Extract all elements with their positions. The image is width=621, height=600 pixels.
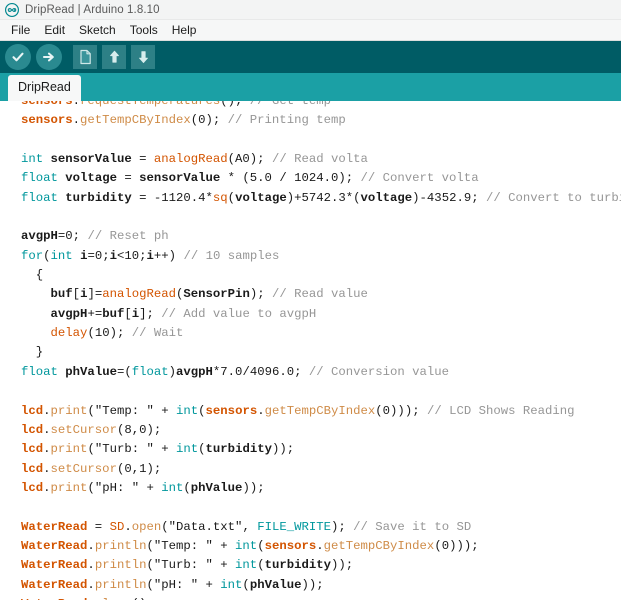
open-button[interactable]	[102, 45, 126, 69]
code-line: float phValue=(float)avgpH*7.0/4096.0; /…	[21, 364, 450, 379]
code-line: avgpH=0; // Reset ph	[21, 229, 169, 244]
upload-button[interactable]	[36, 44, 62, 70]
toolbar	[0, 41, 621, 73]
save-button[interactable]	[131, 45, 155, 69]
menu-sketch[interactable]: Sketch	[72, 21, 123, 39]
code-line: float turbidity = -1120.4*sq(voltage)+57…	[21, 190, 621, 205]
code-line: for(int i=0;i<10;i++) // 10 samples	[21, 248, 280, 263]
right-arrow-icon	[42, 52, 54, 62]
menu-file[interactable]: File	[4, 21, 37, 39]
code-line: {	[21, 268, 44, 283]
tab-dripread[interactable]: DripRead	[8, 75, 81, 101]
down-arrow-icon	[138, 51, 148, 63]
code-line: delay(10); // Wait	[50, 326, 184, 341]
code-line: sensors.getTempCByIndex(0); // Printing …	[21, 113, 346, 128]
code-line: WaterRead.println("Temp: " + int(sensors…	[21, 538, 479, 553]
code-line: }	[21, 345, 44, 360]
verify-button[interactable]	[5, 44, 31, 70]
code-line: buf[i]=analogRead(SensorPin); // Read va…	[50, 287, 368, 302]
code-text[interactable]: sensors.requestTemperatures(); // Get te…	[0, 101, 621, 600]
code-line: WaterRead.println("pH: " + int(phValue))…	[21, 577, 324, 592]
new-file-icon	[79, 49, 91, 65]
window-title: DripRead | Arduino 1.8.10	[25, 3, 160, 16]
code-line: lcd.setCursor(0,1);	[21, 461, 162, 476]
menu-bar: File Edit Sketch Tools Help	[0, 20, 621, 41]
code-line: lcd.print("Turb: " + int(turbidity));	[21, 442, 295, 457]
code-line: float voltage = sensorValue * (5.0 / 102…	[21, 171, 479, 186]
menu-help[interactable]: Help	[165, 21, 204, 39]
code-line: WaterRead.println("Turb: " + int(turbidi…	[21, 558, 354, 573]
checkmark-icon	[12, 52, 24, 62]
title-bar: DripRead | Arduino 1.8.10	[0, 0, 621, 20]
sketch-tab-bar: DripRead	[0, 73, 621, 101]
code-line: sensors.requestTemperatures(); // Get te…	[21, 101, 331, 108]
code-line: lcd.print("pH: " + int(phValue));	[21, 480, 265, 495]
menu-edit[interactable]: Edit	[37, 21, 72, 39]
code-line: lcd.print("Temp: " + int(sensors.getTemp…	[21, 403, 575, 418]
code-line: int sensorValue = analogRead(A0); // Rea…	[21, 152, 368, 167]
code-line: WaterRead = SD.open("Data.txt", FILE_WRI…	[21, 519, 472, 534]
code-line: lcd.setCursor(8,0);	[21, 422, 162, 437]
arduino-ide-window: DripRead | Arduino 1.8.10 File Edit Sket…	[0, 0, 621, 600]
code-line: WaterRead.close();	[21, 595, 621, 600]
menu-tools[interactable]: Tools	[123, 21, 165, 39]
new-button[interactable]	[73, 45, 97, 69]
code-line: avgpH+=buf[i]; // Add value to avgpH	[50, 306, 317, 321]
arduino-logo-icon	[5, 2, 19, 17]
code-editor[interactable]: sensors.requestTemperatures(); // Get te…	[0, 101, 621, 600]
up-arrow-icon	[109, 50, 119, 63]
